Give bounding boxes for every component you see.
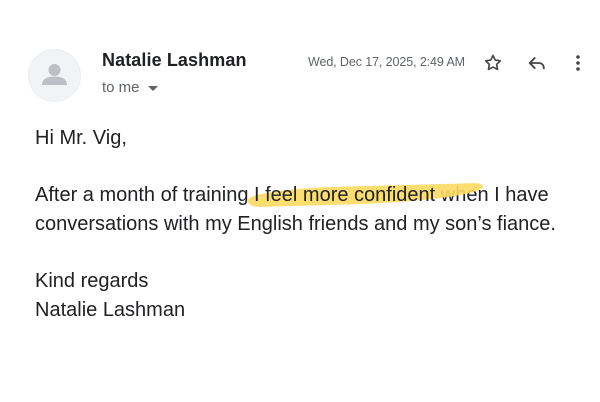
email-header: Natalie Lashman to me Wed, Dec 17, 2025,… [0,0,600,110]
email-date: Wed, Dec 17, 2025, 2:49 AM [308,55,465,69]
body-paragraph: After a month of training I feel more co… [35,181,585,238]
signoff: Kind regards [35,270,149,293]
signature: Natalie Lashman [35,299,186,322]
star-button[interactable] [481,51,505,75]
star-icon [484,54,502,71]
reply-icon [528,57,545,70]
avatar[interactable] [28,49,81,102]
sender-name[interactable]: Natalie Lashman [102,50,247,71]
more-options-button[interactable] [566,51,590,75]
body-text-before-highlight: After a month of training [35,184,255,207]
recipient-label: to me [102,79,140,96]
greeting: Hi Mr. Vig, [35,127,127,149]
highlighted-text: I feel more confident [254,184,436,207]
chevron-down-icon[interactable] [147,86,158,91]
more-vertical-icon [576,55,580,71]
reply-button[interactable] [525,51,549,75]
recipient-details-toggle[interactable]: to me [102,79,158,96]
person-icon [42,64,67,85]
email-body: Hi Mr. Vig, After a month of training I … [35,124,585,325]
